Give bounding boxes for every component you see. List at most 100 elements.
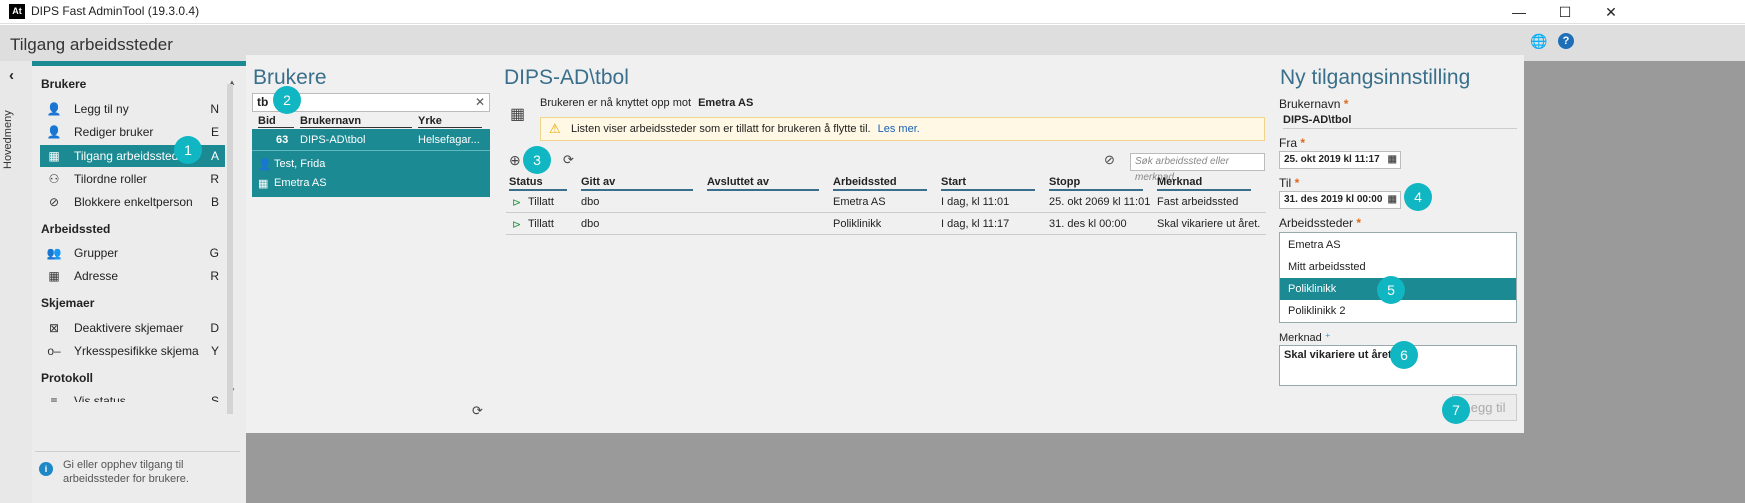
sparkle-icon: ⁺ [1324,332,1331,344]
column-header[interactable]: Avsluttet av [707,176,819,191]
table-row[interactable]: ⊳ Tillatt dbo Emetra AS I dag, kl 11:01 … [506,191,1266,213]
clear-icon[interactable]: ✕ [475,94,485,111]
column-header[interactable]: Stopp [1049,176,1143,191]
access-panel-title: DIPS-AD\tbol [504,66,629,89]
column-header[interactable]: Arbeidssted [833,176,927,191]
key-icon: o‒ [47,344,61,358]
workplace-search-input[interactable]: Søk arbeidssted eller merknad [1130,153,1265,183]
sidebar-hint: i Gi eller opphev tilgang til arbeidsste… [35,451,240,495]
group-icon: 👥 [46,246,62,260]
sidebar-item-label: Blokkere enkeltperson [74,195,193,209]
refresh-icon[interactable]: ⟳ [563,152,574,168]
column-header[interactable]: Yrke [418,115,482,128]
to-date-value: 31. des 2019 kl 00:00 [1284,194,1383,205]
window-titlebar: At DIPS Fast AdminTool (19.3.0.4) — ☐ ✕ [0,0,1745,24]
sidebar-item-adresse[interactable]: ▦ Adresse R [40,265,225,287]
read-more-link[interactable]: Les mer. [878,123,920,135]
required-icon: * [1300,136,1306,150]
shortcut-key: A [210,149,219,163]
workplaces-label-text: Arbeidssteder [1279,216,1354,230]
column-header[interactable]: Status [509,176,567,191]
shortcut-key: Y [210,344,219,358]
sidebar-item-label: Yrkesspesifikke skjema [74,344,199,358]
status-cell: Tillatt [528,218,554,230]
close-button[interactable]: ✕ [1588,0,1634,24]
column-header[interactable]: Start [941,176,1035,191]
required-icon: * [1356,216,1362,230]
workplaces-label: Arbeidssteder * [1279,216,1361,230]
building-icon: ▦ [48,149,60,163]
calendar-icon[interactable]: ▦ [1388,192,1397,208]
sidebar-item-vis-status[interactable]: ≡ Vis status S [40,390,225,402]
sidebar-item-blokkere-enkeltperson[interactable]: ⊘ Blokkere enkeltperson B [40,191,225,213]
new-access-title: Ny tilgangsinnstilling [1280,66,1471,89]
sidebar-item-label: Grupper [74,246,119,260]
required-icon: * [1294,176,1300,190]
sidebar-item-label: Legg til ny [74,102,129,116]
to-date-input[interactable]: 31. des 2019 kl 00:00 ▦ [1279,191,1401,209]
from-label-text: Fra [1279,136,1297,150]
page-title: Tilgang arbeidssteder [10,35,173,54]
sidebar-item-legg-til-ny[interactable]: 👤⁺ Legg til ny N [40,98,225,138]
users-list[interactable]: 63 DIPS-AD\tbol Helsefagar... 👤 Test, Fr… [252,129,490,197]
sidebar: Brukere ▲ 👤⁺ Legg til ny N 👤 Rediger bru… [32,61,246,503]
minimize-button[interactable]: — [1496,0,1542,24]
sidebar-item-label: Vis status [74,394,126,402]
note-label-text: Merknad [1279,332,1322,344]
search-value: tb [257,95,269,109]
start-cell: I dag, kl 11:01 [941,196,1010,208]
step-badge: 7 [1442,396,1470,424]
section-protokoll: Protokoll [41,371,94,385]
list-item[interactable]: Poliklinikk 2 [1280,300,1516,322]
status-cell: Tillatt [528,196,554,208]
stop-cell: 31. des kl 00:00 [1049,218,1127,230]
from-date-input[interactable]: 25. okt 2019 kl 11:17 ▦ [1279,151,1401,169]
user-bid: 63 [276,134,289,146]
calendar-icon[interactable]: ▦ [1388,152,1397,168]
shortcut-key: R [210,172,219,186]
start-cell: I dag, kl 11:17 [941,218,1010,230]
table-row[interactable]: 63 DIPS-AD\tbol Helsefagar... [252,129,490,151]
add-circle-icon[interactable]: ⊕ [509,152,521,169]
chevron-left-icon[interactable]: ‹ [9,67,14,84]
sidebar-item-label: Tilordne roller [74,172,147,186]
shortcut-key: D [210,321,219,335]
users-table-header: Bid Brukernavn Yrke [252,115,490,129]
note-cell: Fast arbeidssted [1157,196,1239,208]
notice-banner: ⚠ Listen viser arbeidssteder som er till… [540,117,1265,141]
from-date-value: 25. okt 2019 kl 11:17 [1284,154,1380,165]
globe-icon[interactable]: 🌐 [1530,33,1547,50]
step-badge: 6 [1390,341,1418,369]
hide-icon[interactable]: ⊘ [1104,152,1115,168]
role-icon: ⚇ [48,172,60,186]
status-icon: ≡ [50,394,58,402]
sidebar-item-tilordne-roller[interactable]: ⚇ Tilordne roller R [40,168,225,190]
column-header[interactable]: Bid [258,115,294,128]
username-value: DIPS-AD\tbol [1283,114,1517,129]
column-header[interactable]: Brukernavn [300,115,412,128]
sidebar-item-grupper[interactable]: 👥 Grupper G [40,242,225,264]
info-org: Emetra AS [698,97,754,109]
shortcut-key: G [209,246,219,260]
sidebar-scrollbar[interactable] [227,84,233,414]
refresh-icon[interactable]: ⟳ [472,403,483,419]
sidebar-item-label: Rediger bruker [74,125,154,139]
step-badge: 1 [174,136,202,164]
person-icon: 👤 [258,159,272,171]
column-header[interactable]: Gitt av [581,176,693,191]
address-icon: ▦ [48,269,60,283]
step-badge: 4 [1404,183,1432,211]
sidebar-item-yrkesspesifikke-skjema[interactable]: o‒ Yrkesspesifikke skjema Y [40,340,225,362]
column-header[interactable]: Merknad [1157,176,1251,191]
status-ok-icon: ⊳ [512,219,522,231]
deactivate-form-icon: ⊠ [48,321,60,335]
help-icon[interactable]: ? [1558,33,1574,49]
main-menu-label[interactable]: Hovedmeny [2,100,32,180]
list-item[interactable]: Mitt arbeidssted [1280,256,1516,278]
step-badge: 2 [273,86,301,114]
sidebar-item-deaktivere-skjemaer[interactable]: ⊠ Deaktivere skjemaer D [40,317,225,339]
step-badge: 5 [1377,276,1405,304]
list-item[interactable]: Emetra AS [1280,234,1516,256]
maximize-button[interactable]: ☐ [1542,0,1588,24]
table-row[interactable]: ⊳ Tillatt dbo Poliklinikk I dag, kl 11:1… [506,213,1266,235]
